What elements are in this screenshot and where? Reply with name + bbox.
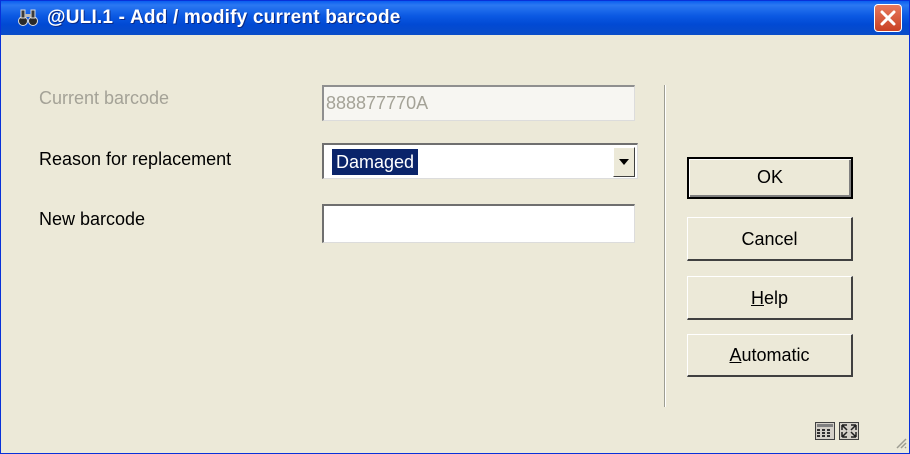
help-mnemonic: H — [750, 288, 764, 308]
automatic-button[interactable]: Automatic — [687, 334, 853, 377]
help-label-rest: elp — [763, 288, 789, 308]
automatic-mnemonic: A — [729, 345, 742, 365]
reason-select[interactable]: Damaged — [322, 143, 638, 179]
vertical-divider — [664, 85, 666, 407]
dialog-window: @ULI.1 - Add / modify current barcode Cu… — [0, 0, 910, 454]
close-icon — [880, 10, 896, 26]
reason-selected-value: Damaged — [332, 149, 419, 175]
window-title: @ULI.1 - Add / modify current barcode — [47, 7, 401, 28]
resize-grip-icon[interactable] — [893, 435, 907, 449]
binoculars-icon — [17, 8, 39, 28]
current-barcode-field — [322, 85, 635, 121]
new-barcode-field[interactable] — [322, 204, 635, 243]
title-bar[interactable]: @ULI.1 - Add / modify current barcode — [1, 1, 909, 35]
automatic-label-rest: utomatic — [741, 345, 810, 365]
maximize-icon[interactable] — [839, 422, 859, 445]
help-button[interactable]: Help — [687, 276, 853, 320]
cancel-button[interactable]: Cancel — [687, 217, 853, 261]
close-button[interactable] — [874, 4, 902, 32]
reason-label: Reason for replacement — [39, 149, 232, 169]
new-barcode-label: New barcode — [39, 209, 146, 229]
reason-dropdown-button[interactable] — [613, 147, 635, 177]
ok-button[interactable]: OK — [687, 157, 853, 199]
chevron-down-icon — [619, 159, 629, 165]
calculator-icon[interactable] — [815, 422, 835, 445]
current-barcode-label: Current barcode — [39, 88, 170, 108]
